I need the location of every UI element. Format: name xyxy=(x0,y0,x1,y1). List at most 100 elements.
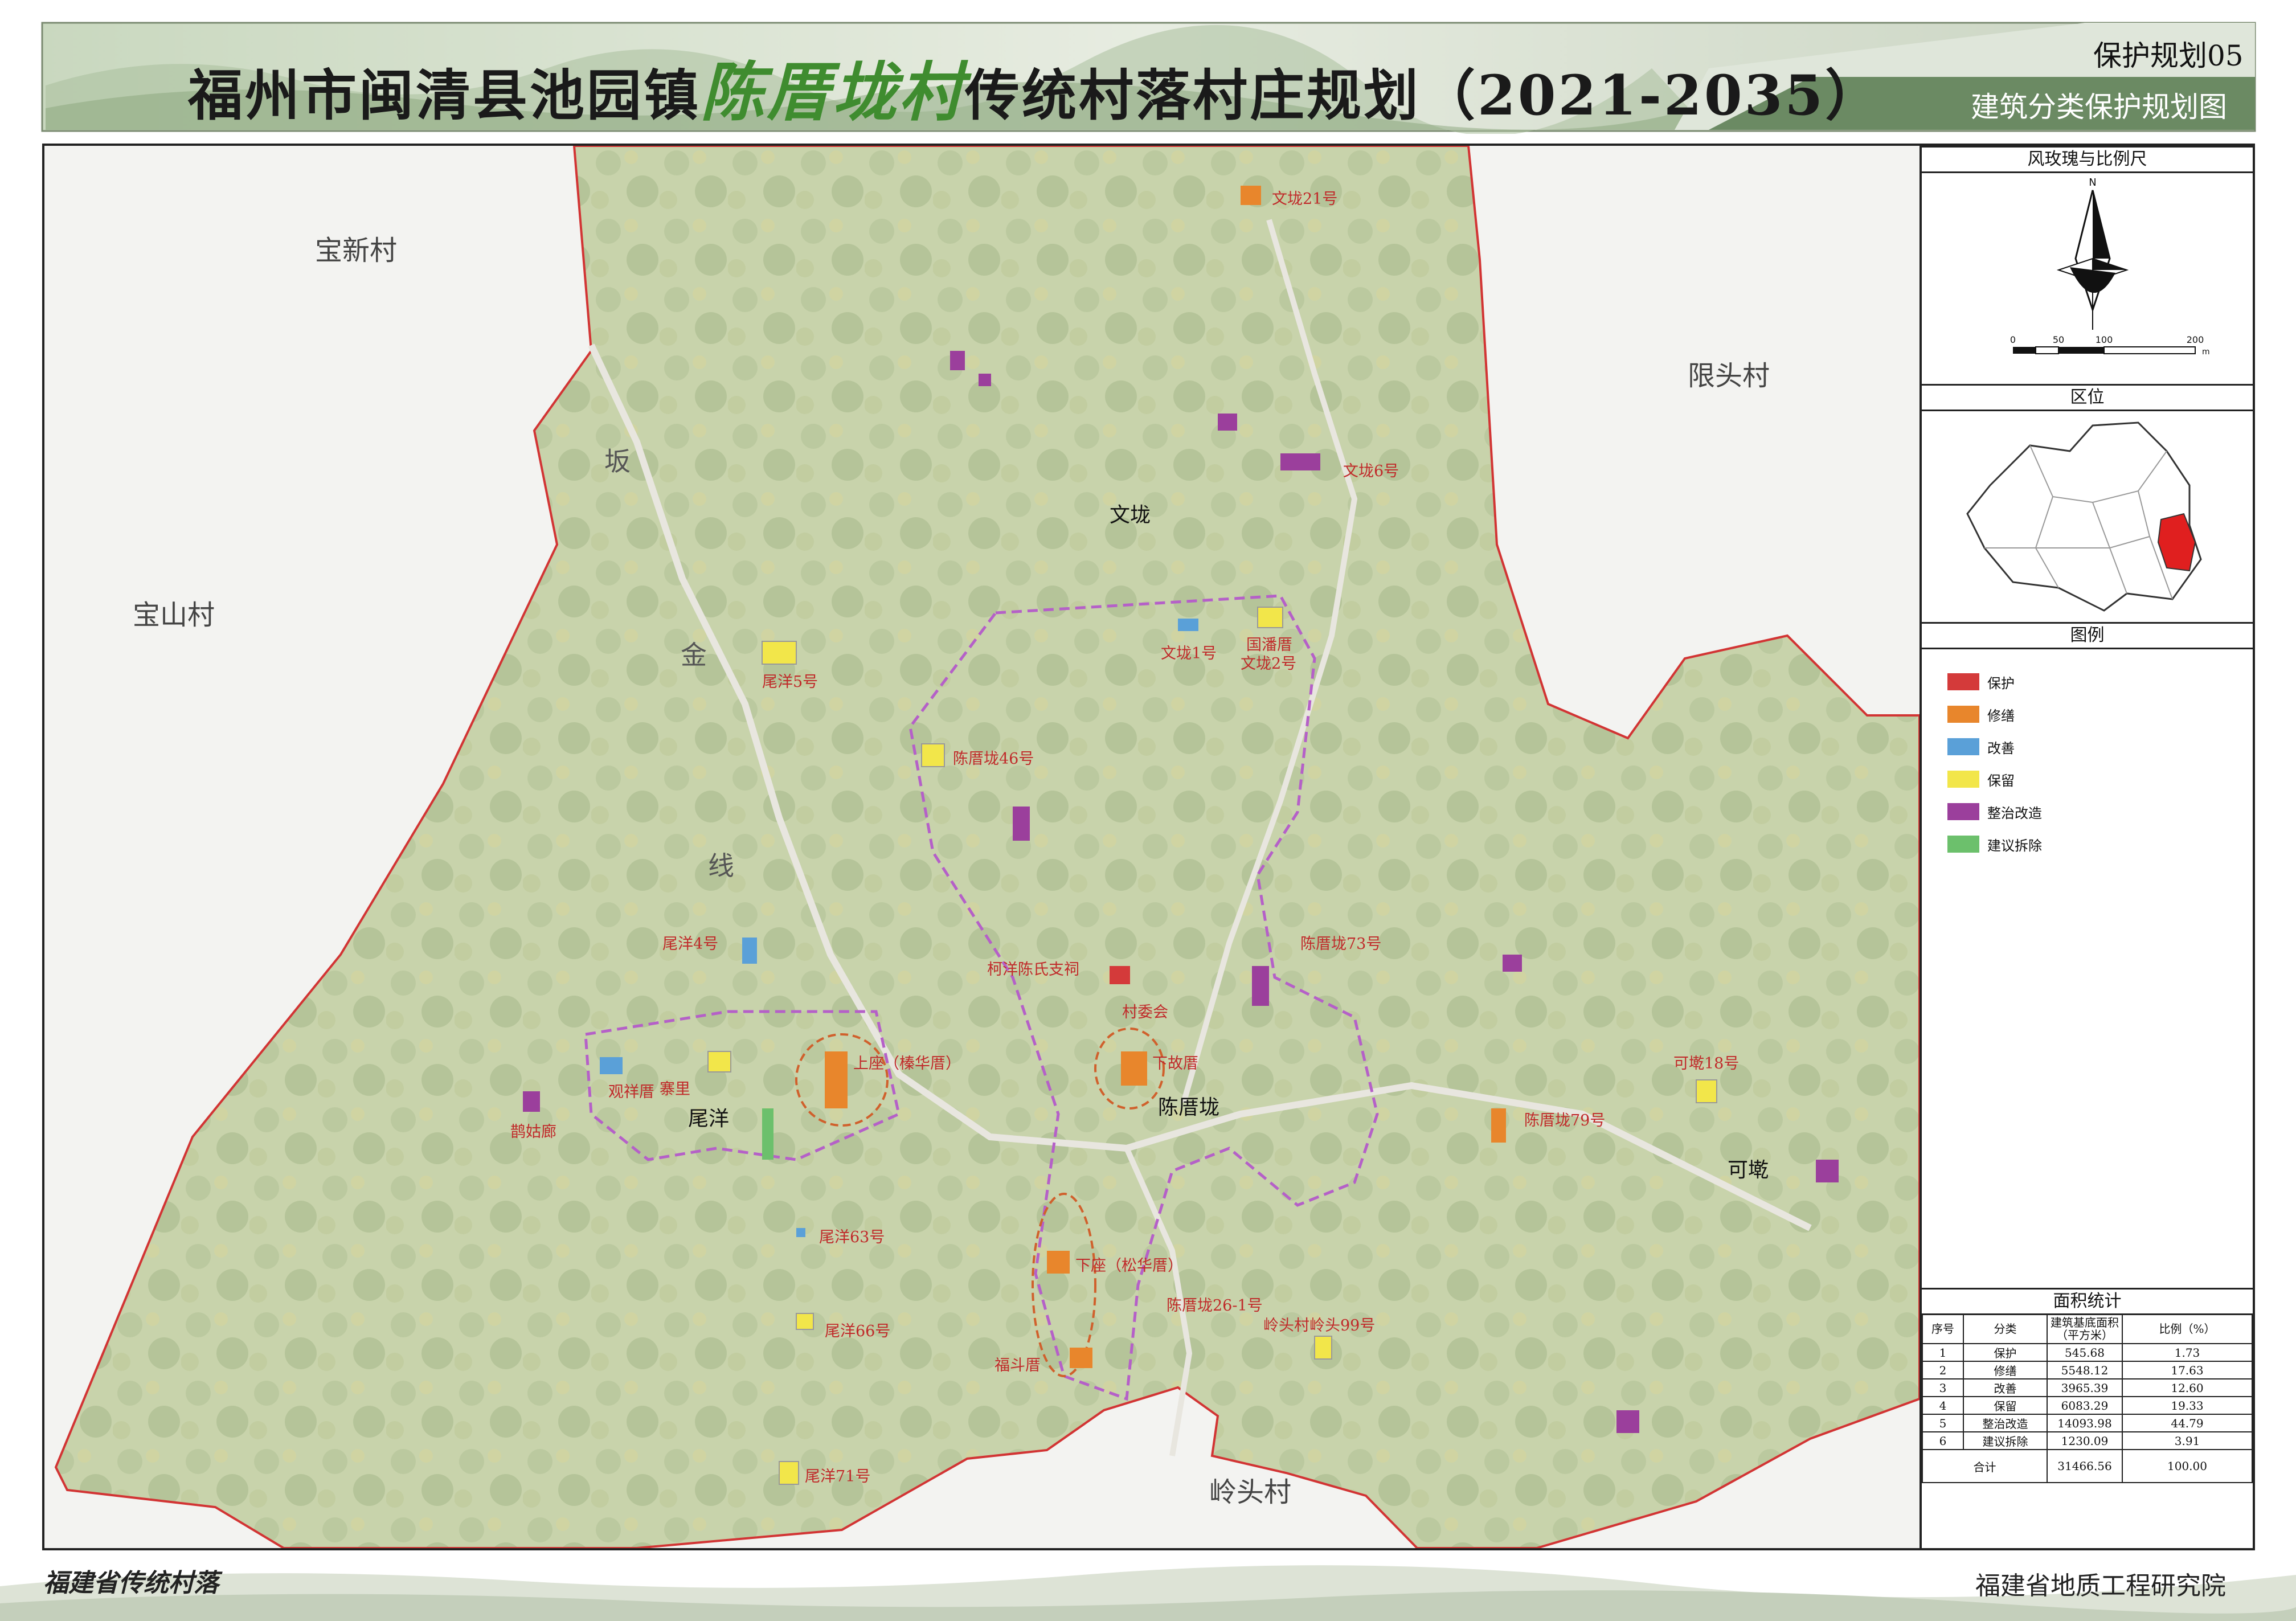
building-label: 尾洋4号 xyxy=(662,935,718,953)
building-rectify xyxy=(523,1091,540,1112)
legend-item-protect: 保护 xyxy=(1947,670,2015,693)
table-cell: 6 xyxy=(1922,1431,1964,1450)
road-label: 线 xyxy=(708,851,734,881)
table-cell: 1.73 xyxy=(2122,1343,2253,1362)
scale-tick: 100 xyxy=(2096,334,2113,345)
building-label: 尾洋63号 xyxy=(819,1229,885,1246)
settlement-label: 可墘 xyxy=(1728,1158,1769,1181)
location-inset-map xyxy=(1966,421,2202,612)
table-cell: 保护 xyxy=(1963,1343,2048,1362)
building-label: 文垅1号 xyxy=(1161,645,1217,662)
legend-swatch xyxy=(1947,706,1979,723)
building-label: 下故厝 xyxy=(1152,1055,1198,1073)
table-cell: 14093.98 xyxy=(2047,1414,2123,1432)
plan-number: 保护规划05 xyxy=(2093,39,2244,72)
building-improve xyxy=(1178,619,1198,631)
legend-section-title: 图例 xyxy=(1922,622,2253,649)
legend-label: 建议拆除 xyxy=(1987,837,2042,854)
building-label: 国潘厝 xyxy=(1246,636,1292,654)
scale-bar: 0 50 100 200 m xyxy=(2010,334,2210,357)
building-repair xyxy=(1241,186,1261,205)
footer-left-text: 福建省传统村落 xyxy=(43,1569,219,1598)
map-title: 福州市闽清县池园镇陈厝垅村传统村落村庄规划（2021-2035） xyxy=(188,41,1882,133)
building-label: 陈厝垅79号 xyxy=(1524,1112,1605,1129)
building-label: 尾洋71号 xyxy=(805,1468,870,1485)
table-row: 6 建议拆除 1230.09 3.91 xyxy=(1922,1431,2253,1450)
plan-name: 建筑分类保护规划图 xyxy=(1971,91,2227,124)
table-total-row: 合计 31466.56 100.00 xyxy=(1922,1449,2253,1483)
building-improve xyxy=(600,1057,623,1074)
building-label: 柯洋陈氏支祠 xyxy=(987,961,1079,979)
legend-swatch xyxy=(1947,803,1979,820)
legend-swatch xyxy=(1947,673,1979,690)
building-label: 尾洋5号 xyxy=(762,673,818,691)
table-cell: 整治改造 xyxy=(1963,1414,2048,1432)
table-cell: 4 xyxy=(1922,1396,1964,1415)
building-label: 陈厝垅46号 xyxy=(953,750,1034,768)
neighbor-village-label: 宝山村 xyxy=(133,600,215,631)
table-cell: 12.60 xyxy=(2122,1378,2253,1397)
building-label: 文垅21号 xyxy=(1272,190,1337,208)
table-cell: 6083.29 xyxy=(2047,1396,2123,1415)
building-label: 岭头村岭头99号 xyxy=(1263,1317,1375,1335)
building-protect xyxy=(1110,966,1130,984)
building-rectify xyxy=(1252,966,1269,1006)
legend-item-repair: 修缮 xyxy=(1947,703,2015,726)
building-label: 陈厝垅26-1号 xyxy=(1167,1297,1263,1315)
neighbor-village-label: 宝新村 xyxy=(315,236,397,266)
table-cell: 5 xyxy=(1922,1414,1964,1432)
building-rectify xyxy=(1503,955,1522,972)
building-repair xyxy=(1121,1051,1147,1086)
building-retain xyxy=(1314,1336,1332,1360)
table-cell: 保留 xyxy=(1963,1396,2048,1415)
building-label: 鹊姑廊 xyxy=(510,1123,556,1141)
legend-swatch xyxy=(1947,836,1979,853)
table-total-ratio: 100.00 xyxy=(2122,1449,2253,1483)
table-cell: 3965.39 xyxy=(2047,1378,2123,1397)
legend-item-rectify: 整治改造 xyxy=(1947,800,2042,823)
building-repair xyxy=(825,1051,848,1108)
legend-item-retain: 保留 xyxy=(1947,768,2015,791)
building-retain xyxy=(762,641,797,665)
title-village-name: 陈厝垅村 xyxy=(701,55,965,130)
footer-right-text: 福建省地质工程研究院 xyxy=(1975,1571,2226,1600)
road-label: 金 xyxy=(681,640,707,670)
building-demolish xyxy=(762,1108,773,1160)
table-header: 建筑基底面积（平方米） xyxy=(2047,1313,2123,1344)
building-retain xyxy=(796,1313,814,1330)
building-rectify xyxy=(1816,1160,1839,1182)
table-header: 比例（%） xyxy=(2122,1313,2253,1344)
building-repair xyxy=(1491,1108,1506,1143)
building-repair xyxy=(1047,1251,1070,1274)
settlement-label: 尾洋 xyxy=(688,1107,729,1130)
building-label: 上座（榛华厝） xyxy=(853,1055,961,1073)
legend-label: 修缮 xyxy=(1987,707,2015,724)
building-retain xyxy=(921,743,945,767)
legend-label: 改善 xyxy=(1987,740,2015,756)
building-rectify xyxy=(950,351,965,370)
legend-label: 整治改造 xyxy=(1987,805,2042,821)
legend-item-demolish: 建议拆除 xyxy=(1947,833,2042,855)
table-cell: 44.79 xyxy=(2122,1414,2253,1432)
neighbor-village-label: 岭头村 xyxy=(1209,1477,1291,1508)
building-retain xyxy=(1696,1079,1717,1103)
building-label: 文垅6号 xyxy=(1343,462,1399,480)
table-cell: 1 xyxy=(1922,1343,1964,1362)
building-repair xyxy=(1070,1348,1092,1368)
building-label: 可墘18号 xyxy=(1673,1055,1739,1073)
scale-tick: 0 xyxy=(2010,334,2016,345)
map-canvas: 宝新村 限头村 宝山村 岭头村 坂 金 线 文垅 尾洋 陈厝垅 可墘 文垅21号… xyxy=(44,146,1920,1548)
building-improve xyxy=(796,1228,805,1237)
footer-background xyxy=(0,1565,2296,1621)
legend-swatch xyxy=(1947,771,1979,788)
building-label: 文垅2号 xyxy=(1241,655,1296,673)
road-label: 坂 xyxy=(604,447,631,476)
table-row: 1 保护 545.68 1.73 xyxy=(1922,1343,2253,1362)
building-retain xyxy=(707,1051,731,1073)
table-cell: 19.33 xyxy=(2122,1396,2253,1415)
table-total-area: 31466.56 xyxy=(2047,1449,2123,1483)
table-row: 4 保留 6083.29 19.33 xyxy=(1922,1396,2253,1415)
table-total-label: 合计 xyxy=(1922,1449,2048,1483)
table-header: 序号 xyxy=(1922,1313,1964,1344)
title-suffix: 传统村落村庄规划（2021-2035） xyxy=(965,63,1882,128)
